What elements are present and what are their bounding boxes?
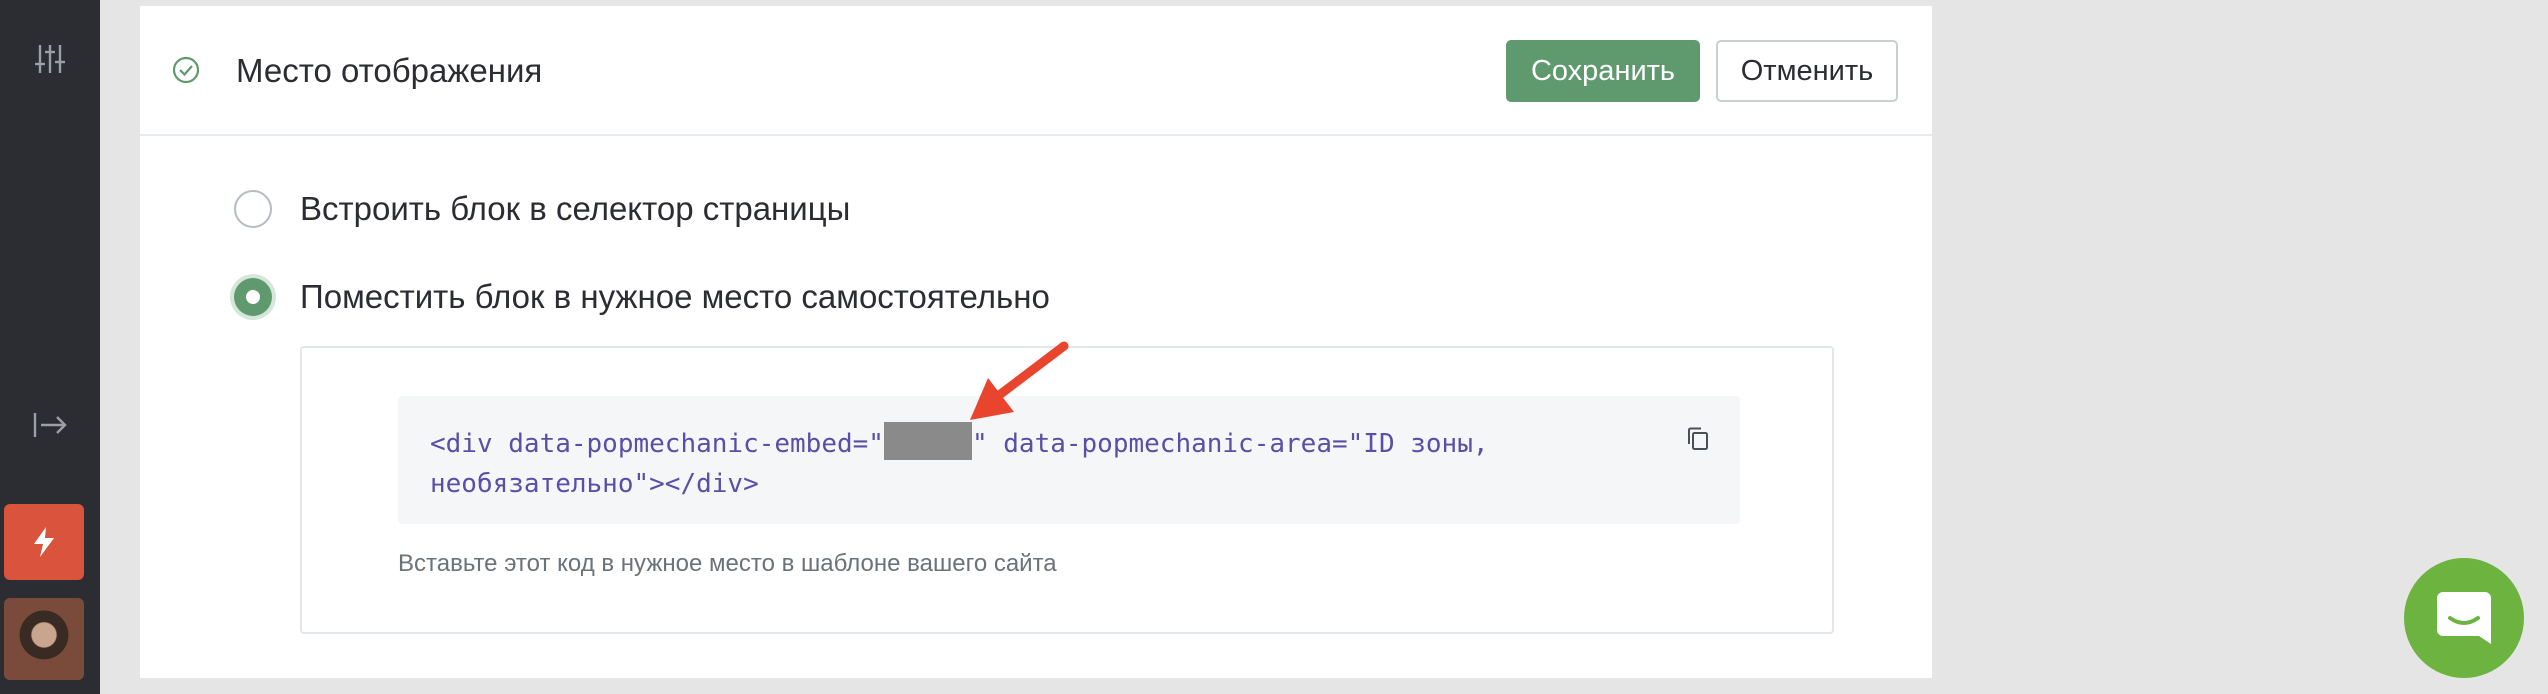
chat-button[interactable] <box>2404 558 2524 678</box>
embed-hint: Вставьте этот код в нужное место в шабло… <box>398 550 1057 577</box>
chat-icon <box>2437 592 2491 644</box>
radio-button[interactable] <box>234 190 272 228</box>
cancel-button[interactable]: Отменить <box>1716 40 1898 102</box>
logout-arrow-icon[interactable] <box>0 410 100 440</box>
annotation-arrow-icon <box>970 341 1069 420</box>
section-title: Место отображения <box>236 52 543 89</box>
sidebar <box>0 0 100 694</box>
redacted-id <box>883 421 972 460</box>
radio-label: Поместить блок в нужное место самостояте… <box>300 278 1050 315</box>
copy-icon[interactable] <box>1686 426 1710 457</box>
radio-button-checked[interactable] <box>234 278 272 316</box>
lightning-button[interactable] <box>4 504 84 580</box>
lightning-icon <box>34 527 54 557</box>
avatar[interactable] <box>4 598 84 680</box>
radio-option-manual-placement[interactable]: Поместить блок в нужное место самостояте… <box>234 278 1050 316</box>
sliders-icon[interactable] <box>0 42 100 76</box>
save-button[interactable]: Сохранить <box>1506 40 1700 102</box>
radio-option-embed-selector[interactable]: Встроить блок в селектор страницы <box>234 190 850 228</box>
check-circle-icon <box>172 56 200 89</box>
card-header: Место отображения Сохранить Отменить <box>140 6 1932 136</box>
radio-label: Встроить блок в селектор страницы <box>300 190 851 227</box>
